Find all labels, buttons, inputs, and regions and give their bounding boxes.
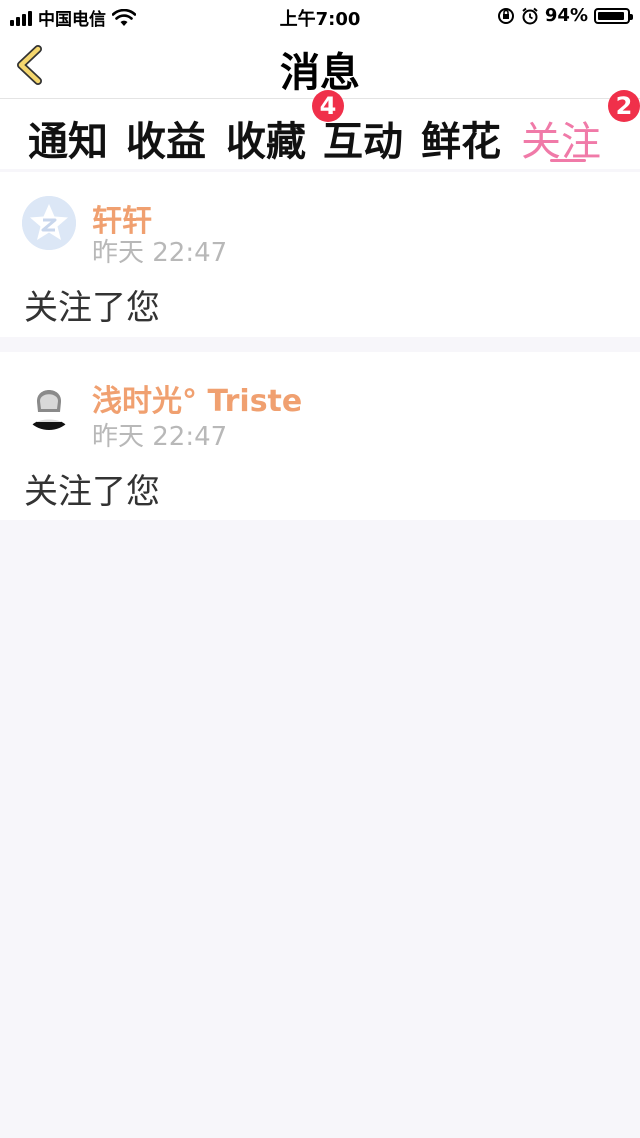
battery-fill	[598, 11, 624, 20]
orientation-lock-icon	[497, 7, 514, 24]
user-photo-avatar[interactable]	[22, 376, 76, 430]
tab-earnings[interactable]: 收益	[126, 109, 206, 167]
message-text: 关注了您	[24, 288, 160, 328]
message-tabs: 通知 收益 收藏 4 互动 鲜花 关注 2	[0, 90, 640, 169]
message-time: 昨天 22:47	[92, 238, 228, 268]
tab-interactions[interactable]: 互动	[323, 109, 403, 167]
message-time: 昨天 22:47	[92, 422, 228, 452]
navigation-bar: 消息	[0, 32, 640, 99]
tab-notifications[interactable]: 通知	[28, 109, 108, 167]
active-tab-indicator	[550, 159, 586, 162]
alarm-icon	[522, 7, 538, 24]
status-bar: 中国电信 上午7:00 94%	[0, 0, 640, 32]
battery-percent: 94%	[544, 5, 588, 26]
page-title: 消息	[280, 50, 360, 96]
message-item[interactable]: 轩轩 昨天 22:47 关注了您	[0, 172, 640, 337]
message-item[interactable]: 浅时光° Triste 昨天 22:47 关注了您	[0, 352, 640, 520]
qzone-default-avatar-icon[interactable]	[22, 196, 76, 250]
message-text: 关注了您	[24, 472, 160, 512]
sender-name[interactable]: 浅时光° Triste	[92, 376, 302, 420]
status-bar-right: 94%	[497, 5, 633, 26]
follows-badge: 2	[608, 90, 640, 122]
tab-favorites[interactable]: 收藏	[226, 109, 306, 167]
tab-flowers[interactable]: 鲜花	[421, 109, 501, 167]
battery-icon	[594, 7, 633, 24]
